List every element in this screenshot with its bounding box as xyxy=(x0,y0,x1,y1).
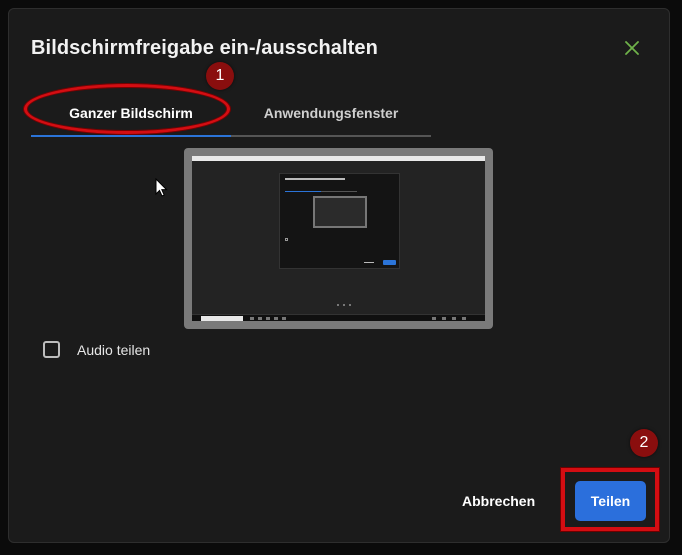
cancel-button[interactable]: Abbrechen xyxy=(462,489,535,513)
preview-dots xyxy=(337,304,353,306)
source-tabs: Ganzer Bildschirm Anwendungsfenster xyxy=(31,89,431,137)
audio-share-row: Audio teilen xyxy=(43,341,150,358)
annotation-badge-2: 2 xyxy=(630,429,658,457)
audio-share-checkbox[interactable] xyxy=(43,341,60,358)
close-icon xyxy=(625,41,639,55)
close-button[interactable] xyxy=(621,37,643,59)
tab-application-window[interactable]: Anwendungsfenster xyxy=(231,89,431,137)
annotation-badge-1: 1 xyxy=(206,62,234,90)
preview-taskbar xyxy=(192,314,485,321)
dialog-title: Bildschirmfreigabe ein-/ausschalten xyxy=(31,37,378,59)
preview-titlebar xyxy=(192,156,485,161)
share-screen-dialog: Bildschirmfreigabe ein-/ausschalten Ganz… xyxy=(8,8,670,543)
preview-mini-dialog xyxy=(279,173,400,269)
mouse-cursor-icon xyxy=(155,178,168,197)
share-button[interactable]: Teilen xyxy=(575,481,646,521)
audio-share-label: Audio teilen xyxy=(77,341,151,358)
screen-preview-thumbnail[interactable] xyxy=(184,148,493,329)
screen-preview-image xyxy=(192,156,485,321)
tab-whole-screen[interactable]: Ganzer Bildschirm xyxy=(31,89,231,137)
